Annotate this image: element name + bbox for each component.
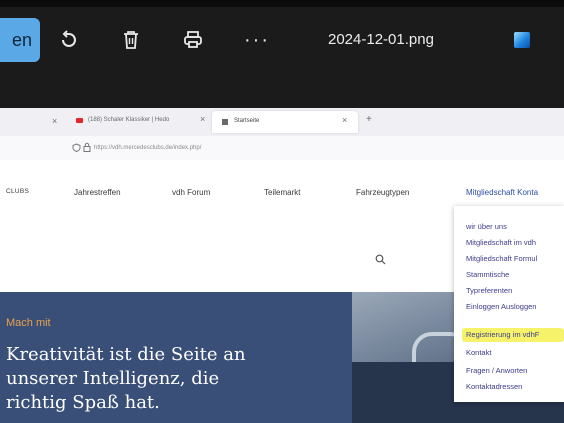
dropdown-item-wir-ueber-uns[interactable]: wir über uns — [466, 222, 507, 231]
delete-icon[interactable] — [116, 18, 146, 62]
tab-youtube[interactable]: (188) Schaler Klassiker | Hedo × — [64, 114, 212, 130]
nav-item-clubs[interactable]: CLUBS — [6, 188, 29, 195]
dropdown-item-mitgliedschaft-formular[interactable]: Mitgliedschaft Formul — [466, 254, 537, 263]
tab-close-icon[interactable]: × — [52, 116, 57, 126]
hero-headline-line: richtig Spaß hat. — [6, 392, 160, 413]
hero-headline-line: Kreativität ist die Seite an — [6, 344, 246, 365]
search-icon[interactable] — [375, 254, 386, 265]
nav-item-forum[interactable]: vdh Forum — [172, 188, 210, 197]
dropdown-item-mitgliedschaft[interactable]: Mitgliedschaft im vdh — [466, 238, 536, 247]
shield-icon[interactable] — [72, 143, 81, 152]
rotate-icon[interactable] — [54, 18, 84, 62]
dropdown-item-kontakt[interactable]: Kontakt — [466, 348, 491, 357]
nav-item-teilemarkt[interactable]: Teilemarkt — [264, 188, 300, 197]
tab-startseite[interactable]: Startseite × — [212, 111, 358, 133]
hero-headline-line: unserer Intelligenz, die — [6, 368, 220, 389]
nav-item-fahrzeugtypen[interactable]: Fahrzeugtypen — [356, 188, 409, 197]
nav-item-mitgliedschaft[interactable]: Mitgliedschaft Konta — [466, 188, 538, 197]
dropdown-item-einloggen[interactable]: Einloggen Ausloggen — [466, 302, 536, 311]
tab-close-icon[interactable]: × — [342, 115, 347, 125]
site-favicon-icon — [222, 119, 228, 125]
dropdown-item-fragen[interactable]: Fragen / Anworten — [466, 366, 527, 375]
youtube-icon — [76, 118, 83, 123]
dropdown-item-typreferenten[interactable]: Typreferenten — [466, 286, 512, 295]
dropdown-item-kontaktadressen[interactable]: Kontaktadressen — [466, 382, 522, 391]
viewer-toolbar — [0, 0, 564, 108]
tab-close-icon[interactable]: × — [200, 114, 205, 124]
edit-button[interactable]: en — [0, 18, 40, 62]
new-tab-button[interactable]: + — [366, 114, 372, 125]
dropdown-item-registrierung[interactable]: Registrierung im vdhF — [466, 330, 539, 339]
print-icon[interactable] — [178, 18, 208, 62]
file-name: 2024-12-01.png — [328, 31, 434, 48]
more-icon[interactable]: ··· — [240, 18, 274, 62]
edit-with-app-icon[interactable] — [514, 32, 530, 48]
hero-kicker: Mach mit — [6, 317, 51, 329]
lock-icon[interactable] — [83, 142, 91, 152]
url-text[interactable]: https://vdh.mercedesclubs.de/index.php/ — [94, 145, 201, 151]
nav-item-jahrestreffen[interactable]: Jahrestreffen — [74, 188, 121, 197]
tab-label: Startseite — [234, 118, 260, 124]
tab-label: (188) Schaler Klassiker | Hedo — [88, 117, 170, 123]
dropdown-item-stammtische[interactable]: Stammtische — [466, 270, 509, 279]
